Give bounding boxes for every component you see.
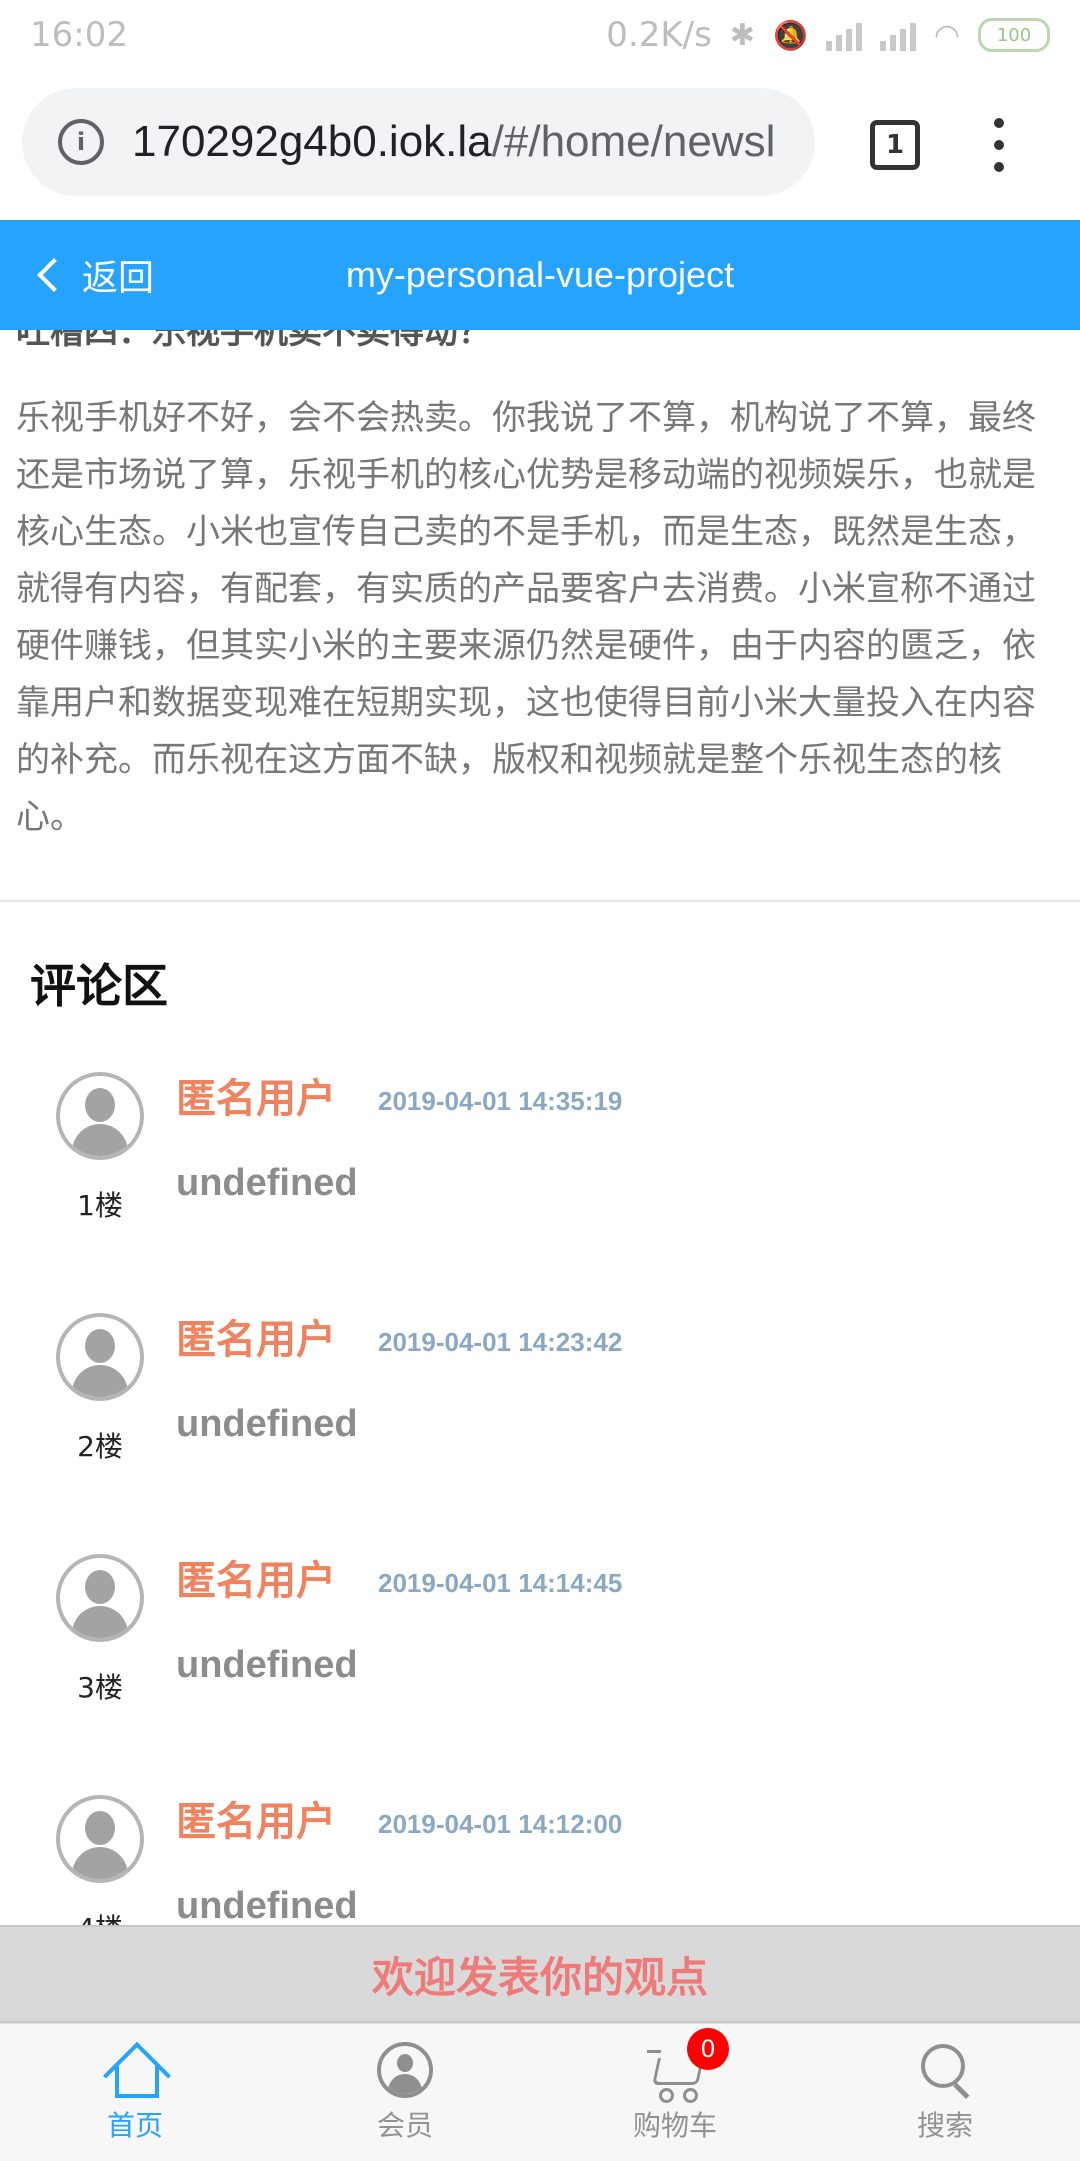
more-menu-icon[interactable] [994,118,1004,172]
avatar [56,1554,144,1642]
battery-level: 100 [996,24,1032,46]
url-text[interactable]: 170292g4b0.iok.la/#/home/newsl [132,117,775,167]
tab-label: 首页 [106,2108,163,2142]
tab-label: 搜索 [916,2108,973,2142]
cart-badge: 0 [687,2027,729,2070]
comment-text: undefined [176,1162,358,1204]
comment-time: 2019-04-01 14:23:42 [378,1327,623,1357]
divider [0,900,1080,902]
wifi-icon: ◠ [933,17,960,53]
signal-icon-2 [879,19,916,51]
url-host: 170292g4b0.iok.la [132,117,492,166]
tab-cart[interactable]: 0 购物车 [540,2024,810,2161]
article-body: 乐视手机好不好，会不会热卖。你我说了不算，机构说了不算，最终还是市场说了算，乐视… [16,398,1036,837]
comment-user: 匿名用户 [176,1799,336,1845]
comment-item: 3楼 匿名用户 2019-04-01 14:14:45 undefined [0,1554,1080,1794]
comment-text: undefined [176,1885,358,1927]
tab-search[interactable]: 搜索 [810,2024,1080,2161]
browser-toolbar: i 170292g4b0.iok.la/#/home/newsl 1 [0,70,1080,220]
chevron-left-icon [37,258,71,292]
tab-home[interactable]: 首页 [0,2024,270,2161]
post-comment-label: 欢迎发表你的观点 [371,1952,708,2002]
tab-count: 1 [885,130,905,160]
tab-label: 购物车 [632,2108,717,2142]
comment-time: 2019-04-01 14:14:45 [378,1568,623,1598]
tabs-switcher-icon[interactable]: 1 [870,120,920,170]
address-bar[interactable]: i 170292g4b0.iok.la/#/home/newsl [22,88,815,196]
comment-time: 2019-04-01 14:35:19 [378,1086,623,1116]
tab-member[interactable]: 会员 [270,2024,540,2161]
home-icon [103,2041,171,2110]
bluetooth-icon: ✱ [729,17,755,53]
url-path: /#/home/newsl [491,117,776,166]
avatar [56,1313,144,1401]
cart-icon: 0 [647,2027,729,2103]
comment-user: 匿名用户 [176,1076,336,1122]
comment-item: 1楼 匿名用户 2019-04-01 14:35:19 undefined [0,1072,1080,1312]
page-title: my-personal-vue-project [345,254,735,295]
comment-user: 匿名用户 [176,1558,336,1604]
comment-floor: 2楼 [77,1430,123,1463]
back-label: 返回 [82,258,155,299]
status-time: 16:02 [30,15,128,55]
battery-icon: 100 [978,18,1050,52]
signal-icon [825,19,862,51]
info-icon[interactable]: i [58,119,104,165]
comment-time: 2019-04-01 14:12:00 [378,1809,623,1839]
member-icon [377,2041,433,2098]
comment-item: 2楼 匿名用户 2019-04-01 14:23:42 undefined [0,1313,1080,1553]
bottom-tab-bar: 首页 会员 0 购物车 搜索 [0,2023,1080,2161]
comment-user: 匿名用户 [176,1317,336,1363]
app-header: 返回 my-personal-vue-project [0,220,1080,330]
avatar [56,1072,144,1160]
tab-label: 会员 [376,2108,433,2142]
comment-floor: 1楼 [77,1189,123,1222]
post-comment-button[interactable]: 欢迎发表你的观点 [0,1925,1080,2023]
status-bar: 16:02 0.2K/s ✱ 🔕 ◠ 100 [0,0,1080,70]
mute-icon: 🔕 [772,18,808,52]
back-button[interactable]: 返回 [34,220,154,330]
comment-text: undefined [176,1644,358,1686]
search-icon [917,2042,973,2099]
comment-floor: 3楼 [77,1671,123,1704]
net-speed: 0.2K/s [606,15,712,55]
comment-text: undefined [176,1403,358,1445]
avatar [56,1795,144,1883]
comments-title: 评论区 [30,959,168,1013]
